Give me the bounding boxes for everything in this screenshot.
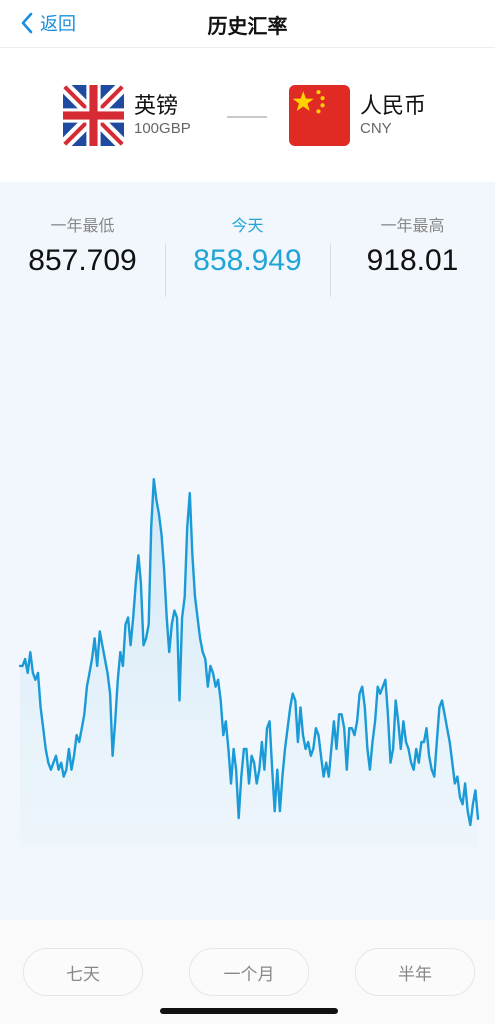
home-indicator (160, 1008, 338, 1014)
screen: 返回 历史汇率 英镑 100GBP 人民币 CNY 一年最低 857.709 今… (0, 0, 495, 1024)
from-currency[interactable]: 英镑 100GBP (63, 85, 191, 146)
uk-flag-icon (63, 85, 124, 146)
page-title: 历史汇率 (207, 14, 288, 38)
nav-bar: 返回 历史汇率 (0, 0, 495, 48)
to-currency[interactable]: 人民币 CNY (289, 85, 426, 146)
range-1m-button[interactable]: 一个月 (189, 948, 309, 996)
rate-area (20, 479, 478, 847)
to-currency-name: 人民币 (360, 93, 427, 119)
chart-panel: 一年最低 857.709 今天 858.949 一年最高 918.01 (0, 182, 495, 920)
from-currency-code: 100GBP (134, 119, 191, 137)
range-6m-button[interactable]: 半年 (355, 948, 475, 996)
china-flag-icon (289, 85, 350, 146)
range-7d-button[interactable]: 七天 (23, 948, 143, 996)
pair-separator (227, 116, 267, 118)
rate-chart[interactable] (0, 182, 495, 920)
to-currency-code: CNY (360, 119, 392, 137)
from-currency-name: 英镑 (134, 93, 179, 119)
currency-pair: 英镑 100GBP 人民币 CNY (0, 48, 495, 182)
